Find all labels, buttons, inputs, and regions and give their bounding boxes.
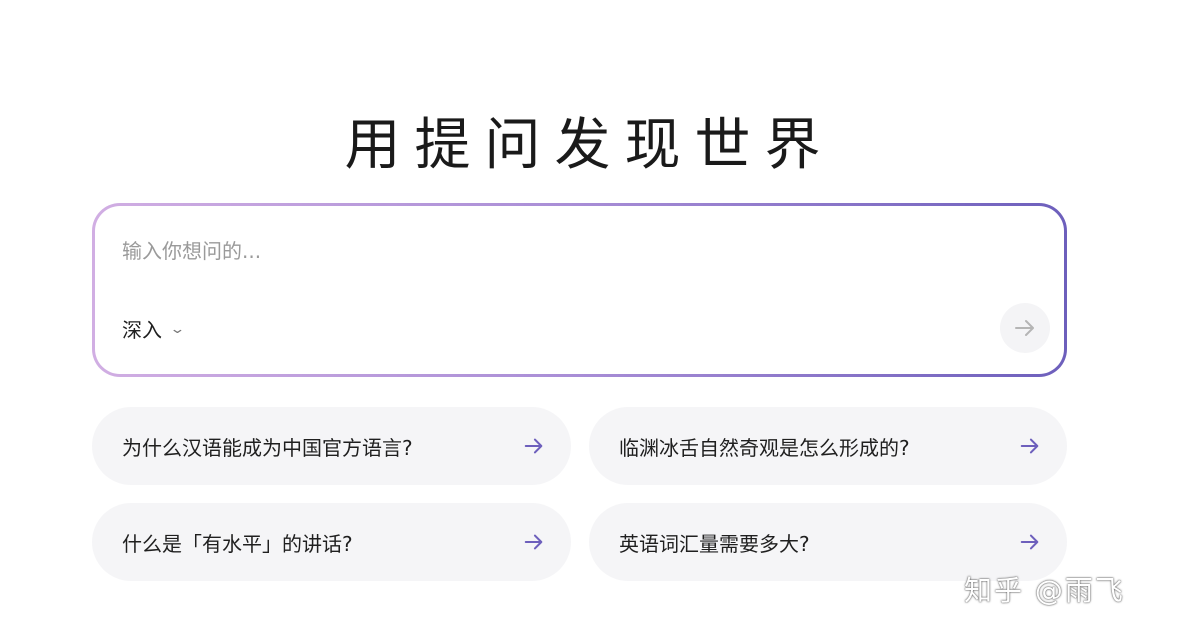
page-title: 用提问发现世界 — [344, 112, 835, 178]
suggestion-text: 英语词汇量需要多大? — [619, 531, 810, 556]
suggestion-card[interactable]: 什么是「有水平」的讲话? — [92, 503, 571, 581]
mode-dropdown[interactable]: 深入 ⌄ — [122, 314, 186, 343]
chevron-down-icon: ⌄ — [169, 322, 186, 337]
mode-label: 深入 — [122, 318, 162, 342]
search-input[interactable] — [122, 228, 1002, 274]
send-button[interactable] — [1000, 303, 1050, 353]
search-box: 深入 ⌄ — [92, 203, 1067, 377]
arrow-right-icon — [523, 531, 545, 553]
watermark: 知乎 @雨飞 — [964, 574, 1125, 607]
search-box-inner: 深入 ⌄ — [95, 206, 1064, 374]
arrow-right-icon — [1015, 320, 1034, 336]
arrow-right-icon — [1019, 531, 1041, 553]
suggestion-text: 为什么汉语能成为中国官方语言? — [122, 435, 413, 460]
arrow-right-icon — [523, 435, 545, 457]
suggestion-text: 什么是「有水平」的讲话? — [122, 531, 353, 556]
suggestion-text: 临渊冰舌自然奇观是怎么形成的? — [619, 435, 910, 460]
page: 用提问发现世界 深入 ⌄ 为什么汉语能成为中国官方语言? 临渊冰舌自然奇观是怎么… — [0, 0, 1179, 636]
arrow-right-icon — [1019, 435, 1041, 457]
suggestion-card[interactable]: 为什么汉语能成为中国官方语言? — [92, 407, 571, 485]
suggestion-card[interactable]: 临渊冰舌自然奇观是怎么形成的? — [589, 407, 1067, 485]
